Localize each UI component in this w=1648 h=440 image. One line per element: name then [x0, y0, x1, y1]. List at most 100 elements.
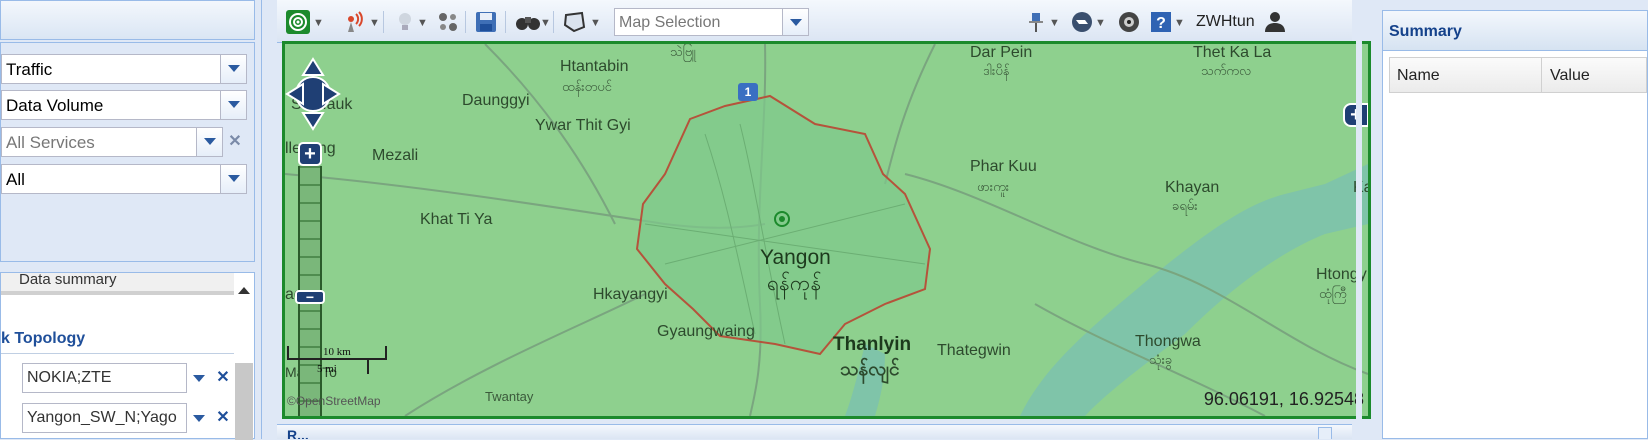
layers-icon[interactable] — [1071, 11, 1093, 33]
map-view[interactable]: Htantabin ထန်းတပင် Daunggyi Ywar Thit Gy… — [282, 41, 1371, 419]
collapse-icon[interactable] — [1318, 427, 1332, 439]
place-label: ထန်းတပင် — [562, 79, 612, 94]
summary-grid-header: Name Value — [1389, 57, 1647, 93]
scope-combo[interactable]: All — [1, 164, 247, 194]
place-label: ရန်ကုန် — [767, 272, 822, 295]
section-divider — [1, 353, 234, 354]
vendor-clear-icon[interactable]: ✕ — [211, 364, 235, 392]
metric-combo[interactable]: Data Volume — [1, 90, 247, 120]
chevron-down-icon[interactable]: ▼ — [1095, 17, 1106, 39]
splitter[interactable] — [1356, 0, 1362, 439]
network-nodes-icon[interactable] — [437, 11, 459, 33]
polygon-select-icon[interactable] — [563, 11, 587, 33]
filter-panel: Traffic Data Volume All Services ✕ All — [0, 42, 255, 262]
place-label: Htantabin — [560, 58, 629, 75]
chevron-down-icon[interactable]: ▼ — [590, 17, 601, 39]
scroll-up-icon[interactable] — [238, 287, 250, 294]
vendor-dropdown-button[interactable] — [187, 363, 211, 393]
category-combo[interactable]: Traffic — [1, 54, 247, 84]
pin-icon[interactable] — [1027, 11, 1045, 33]
region-clear-icon[interactable]: ✕ — [211, 404, 235, 432]
eye-icon[interactable] — [1117, 11, 1141, 33]
place-label: Khayan — [1165, 179, 1220, 196]
save-icon[interactable] — [475, 11, 497, 33]
signal-icon[interactable] — [343, 11, 367, 33]
pan-control-icon[interactable] — [285, 57, 341, 131]
column-header-value[interactable]: Value — [1550, 67, 1590, 85]
chevron-down-icon — [228, 101, 240, 108]
place-label: Khat Ti Ya — [420, 211, 493, 228]
place-label: ဒါးပိန် — [983, 63, 1010, 78]
tree-panel: Data summary k Topology NOKIA;ZTE ✕ Yang… — [0, 272, 255, 440]
highway-shield: 1 — [738, 83, 758, 101]
left-panel: Traffic Data Volume All Services ✕ All D… — [0, 0, 262, 440]
username-label: ZWHtun — [1196, 13, 1255, 30]
scale-tick — [385, 346, 387, 360]
map-toolbar: ▼ ▼ ▼ ▼ ▼ Map Selection ▼ ▼ ? ▼ ZWHtun — [277, 0, 1352, 43]
vendor-field[interactable]: NOKIA;ZTE — [22, 363, 187, 393]
summary-header: Summary — [1383, 11, 1647, 51]
place-label: ဖားကူး — [977, 179, 1010, 194]
scale-tick — [287, 346, 289, 360]
zoom-in-icon[interactable]: + — [298, 142, 322, 166]
place-label: သုံးခွ — [1149, 352, 1173, 367]
center-marker-icon — [773, 210, 791, 228]
bottom-panel-header: R... — [277, 424, 1352, 439]
separator — [383, 11, 384, 33]
metric-dropdown-button[interactable] — [220, 91, 246, 119]
chevron-down-icon[interactable]: ▼ — [1049, 17, 1060, 39]
scale-top-label: 10 km — [323, 346, 351, 358]
vendor-value: NOKIA;ZTE — [27, 369, 112, 386]
place-label: Hkayangyi — [593, 286, 668, 303]
coordinate-readout: 96.06191, 16.92548 — [1203, 389, 1364, 409]
region-value: Yangon_SW_N;Yago — [27, 409, 177, 426]
separator — [465, 11, 466, 33]
user-icon[interactable] — [1263, 11, 1287, 33]
chevron-down-icon[interactable]: ▼ — [417, 17, 428, 39]
separator — [553, 11, 554, 33]
scope-value: All — [6, 170, 25, 189]
tree-clipped-row: Data summary — [1, 273, 234, 295]
chevron-down-icon[interactable]: ▼ — [313, 17, 324, 39]
metric-value: Data Volume — [6, 96, 104, 115]
scope-dropdown-button[interactable] — [220, 165, 246, 193]
category-dropdown-button[interactable] — [220, 55, 246, 83]
place-label: သက်ကလ — [1201, 63, 1252, 78]
place-label: Dar Pein — [970, 44, 1033, 61]
summary-title: Summary — [1389, 23, 1462, 40]
place-label: Ywar Thit Gyi — [535, 117, 631, 134]
chevron-down-icon[interactable]: ▼ — [540, 17, 551, 39]
binoculars-icon[interactable] — [515, 11, 541, 33]
column-divider — [1541, 58, 1542, 92]
place-label: ထုံကြီ — [1319, 286, 1347, 301]
map-base-svg — [285, 44, 1368, 416]
chevron-down-icon[interactable]: ▼ — [1174, 17, 1185, 39]
service-combo[interactable]: All Services — [1, 127, 223, 157]
place-label: Twantay — [485, 389, 534, 404]
svg-text:?: ? — [1156, 15, 1166, 32]
tree-scrollbar-thumb[interactable] — [235, 363, 253, 440]
service-clear-icon[interactable]: ✕ — [223, 128, 247, 156]
place-label: Thongwa — [1135, 333, 1201, 350]
service-dropdown-button[interactable] — [196, 128, 222, 156]
chevron-down-icon — [193, 375, 205, 382]
place-label: Mezali — [372, 147, 419, 164]
chevron-down-icon — [228, 175, 240, 182]
place-label: သဲဗြူ — [670, 44, 696, 59]
region-field[interactable]: Yangon_SW_N;Yago — [22, 403, 187, 433]
chevron-down-icon — [204, 138, 216, 145]
region-dropdown-button[interactable] — [187, 403, 211, 433]
map-selection-dropdown-button[interactable] — [782, 9, 808, 35]
place-label: ခရမ်း — [1172, 198, 1198, 213]
target-icon[interactable] — [286, 10, 310, 34]
column-header-name[interactable]: Name — [1397, 67, 1440, 85]
left-panel-header — [0, 0, 255, 40]
scale-line — [287, 358, 387, 360]
map-selection-combo[interactable]: Map Selection — [614, 8, 809, 36]
chevron-down-icon[interactable]: ▼ — [369, 17, 380, 39]
lightbulb-icon[interactable] — [395, 11, 415, 33]
place-label: Yangon — [760, 246, 831, 269]
summary-panel: Summary Name Value — [1382, 10, 1648, 439]
help-icon[interactable]: ? — [1150, 11, 1172, 33]
zoom-slider-handle[interactable]: − — [295, 290, 325, 304]
